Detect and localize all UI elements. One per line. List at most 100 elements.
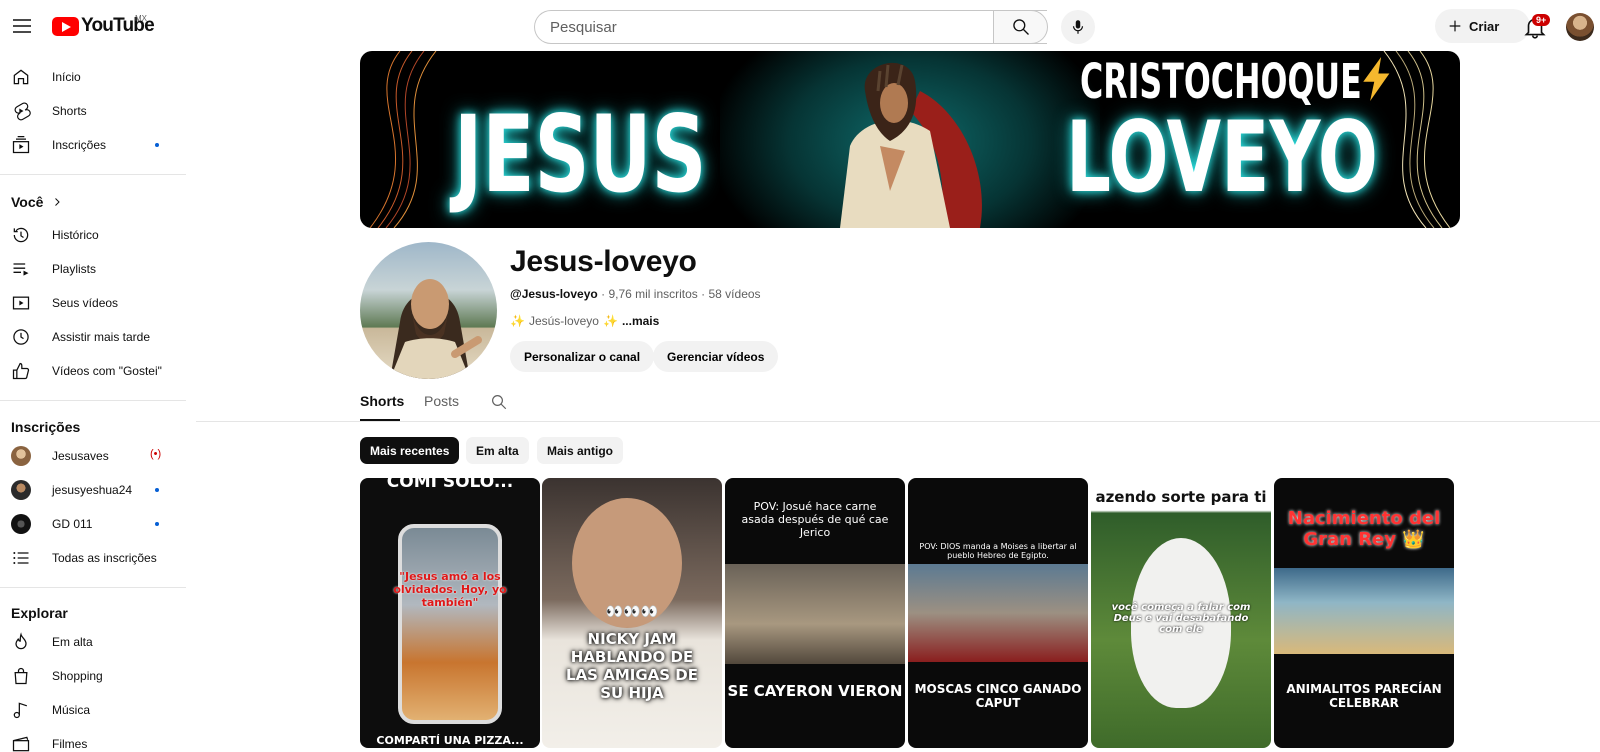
tabs-divider xyxy=(196,421,1600,422)
menu-icon[interactable] xyxy=(10,14,34,38)
avatar xyxy=(11,446,31,466)
create-button[interactable]: Criar xyxy=(1435,9,1530,43)
sparkle-icon: ✨ xyxy=(510,314,525,328)
liked-icon xyxy=(12,362,30,380)
scene-image xyxy=(908,564,1088,662)
music-icon xyxy=(13,702,28,719)
sidebar-item-label: Assistir mais tarde xyxy=(52,330,151,344)
filter-popular[interactable]: Em alta xyxy=(466,437,529,464)
sidebar-divider xyxy=(0,174,186,175)
filter-oldest[interactable]: Mais antigo xyxy=(537,437,624,464)
banner-wave-lines-left xyxy=(369,51,437,228)
sidebar-item-playlists[interactable]: Playlists xyxy=(0,252,186,286)
sidebar-item-label: Jesusaves xyxy=(52,449,109,463)
create-label: Criar xyxy=(1469,18,1500,34)
sidebar-item-liked-videos[interactable]: Vídeos com "Gostei" xyxy=(0,354,186,388)
sidebar-item-label: Inscrições xyxy=(52,138,107,152)
video-count: 58 vídeos xyxy=(708,287,761,301)
sidebar-item-label: Shorts xyxy=(52,104,87,118)
sidebar-sub-gd011[interactable]: GD 011 xyxy=(0,507,186,541)
sidebar-item-label: Shopping xyxy=(52,669,103,683)
channel-avatar[interactable] xyxy=(360,242,497,379)
sidebar-item-home[interactable]: Início xyxy=(0,60,186,94)
channel-name: Jesus-loveyo xyxy=(510,245,697,278)
short-thumbnail[interactable]: azendo sorte para ti você começa a falar… xyxy=(1091,478,1271,748)
explore-heading: Explorar xyxy=(11,605,68,621)
search-box[interactable] xyxy=(534,10,1047,44)
home-icon xyxy=(13,69,29,85)
tab-shorts[interactable]: Shorts xyxy=(360,393,404,409)
description-more-link[interactable]: ...mais xyxy=(622,314,659,328)
sidebar-item-music[interactable]: Música xyxy=(0,693,186,727)
short-thumbnail[interactable]: COMÍ SOLO... "Jesus amó a los olvidados.… xyxy=(360,478,540,748)
channel-handle: @Jesus-loveyo xyxy=(510,287,598,301)
live-icon: (•) xyxy=(150,448,162,460)
sparkle-icon: ✨ xyxy=(602,314,618,328)
sidebar-item-shorts[interactable]: Shorts xyxy=(0,94,186,128)
list-icon xyxy=(13,552,29,564)
channel-meta: @Jesus-loveyo · 9,76 mil inscritos · 58 … xyxy=(510,287,761,301)
short-bottom-text: ANIMALITOS PARECÍAN CELEBRAR xyxy=(1286,682,1442,710)
sidebar-item-all-subscriptions[interactable]: Todas as inscrições xyxy=(0,541,186,575)
sidebar-item-label: Seus vídeos xyxy=(52,296,119,310)
sidebar-item-trending[interactable]: Em alta xyxy=(0,625,186,659)
sidebar-item-label: GD 011 xyxy=(52,517,93,531)
voice-search-button[interactable] xyxy=(1061,10,1095,44)
channel-search-icon[interactable] xyxy=(490,393,508,416)
filter-latest[interactable]: Mais recentes xyxy=(360,437,460,464)
avatar xyxy=(11,480,31,500)
you-heading-label: Você xyxy=(11,194,44,210)
banner-word-right: LOVEYO xyxy=(1066,101,1378,215)
short-overlay-text: você começa a falar com Deus e vai desab… xyxy=(1111,602,1251,635)
sidebar-item-your-videos[interactable]: Seus vídeos xyxy=(0,286,186,320)
trending-icon xyxy=(15,632,27,650)
new-content-dot xyxy=(155,143,159,147)
short-thumbnail[interactable]: POV: DIOS manda a Moises a libertar al p… xyxy=(908,478,1088,748)
nativity-image xyxy=(1274,568,1454,654)
channel-description[interactable]: ✨ Jesús-loveyo ✨ ...mais xyxy=(510,314,659,328)
short-top-text: COMÍ SOLO... xyxy=(386,478,514,492)
meta-separator: · xyxy=(701,287,709,301)
sidebar-sub-jesusyeshua24[interactable]: jesusyeshua24 xyxy=(0,473,186,507)
sidebar-item-shopping[interactable]: Shopping xyxy=(0,659,186,693)
country-code: MX xyxy=(135,14,147,23)
sidebar-item-label: Início xyxy=(52,70,81,84)
watch-later-icon xyxy=(13,329,29,345)
short-overlay-text: 👀👀👀 xyxy=(605,604,659,620)
new-content-dot xyxy=(155,488,159,492)
chevron-right-icon xyxy=(55,198,61,206)
scene-image xyxy=(725,564,905,664)
account-avatar[interactable] xyxy=(1566,13,1594,41)
notifications-badge: 9+ xyxy=(1532,14,1551,26)
short-thumbnail[interactable]: 👀👀👀 NICKY JAM HABLANDO DE LAS AMIGAS DE … xyxy=(542,478,722,748)
search-input[interactable] xyxy=(550,18,950,36)
sidebar-item-watch-later[interactable]: Assistir mais tarde xyxy=(0,320,186,354)
search-button[interactable] xyxy=(993,10,1048,44)
short-thumbnail[interactable]: POV: Josué hace carne asada después de q… xyxy=(725,478,905,748)
sidebar-item-history[interactable]: Histórico xyxy=(0,218,186,252)
sidebar-item-subscriptions[interactable]: Inscrições xyxy=(0,128,186,162)
channel-avatar-image xyxy=(390,279,482,379)
sidebar-item-label: jesusyeshua24 xyxy=(52,483,133,497)
manage-videos-button[interactable]: Gerenciar vídeos xyxy=(653,341,779,372)
sidebar-sub-jesusaves[interactable]: Jesusaves (•) xyxy=(0,439,186,473)
lightning-bolt-icon xyxy=(1363,57,1390,101)
sidebar-divider xyxy=(0,400,186,401)
short-bottom-text: NICKY JAM HABLANDO DE LAS AMIGAS DE SU H… xyxy=(566,630,698,702)
sidebar-item-label: Playlists xyxy=(52,262,97,276)
sidebar-item-movies[interactable]: Filmes xyxy=(0,727,186,752)
sidebar-item-label: Histórico xyxy=(52,228,99,242)
history-icon xyxy=(13,227,29,243)
you-section-heading[interactable]: Você xyxy=(11,194,63,210)
sidebar-item-label: Filmes xyxy=(52,737,88,751)
short-thumbnail[interactable]: Nacimiento del Gran Rey 👑 ANIMALITOS PAR… xyxy=(1274,478,1454,748)
customize-channel-button[interactable]: Personalizar o canal xyxy=(510,341,655,372)
short-top-text: azendo sorte para ti xyxy=(1095,488,1267,506)
tab-posts[interactable]: Posts xyxy=(424,393,459,409)
short-overlay-text: "Jesus amó a los olvidados. Hoy, yo tamb… xyxy=(393,570,507,609)
youtube-logo-icon xyxy=(52,16,79,36)
short-bottom-text: SE CAYERON VIERON xyxy=(727,682,903,700)
sidebar-divider xyxy=(0,587,186,588)
plus-icon xyxy=(1449,20,1461,32)
banner-word-left: JESUS xyxy=(454,93,707,216)
